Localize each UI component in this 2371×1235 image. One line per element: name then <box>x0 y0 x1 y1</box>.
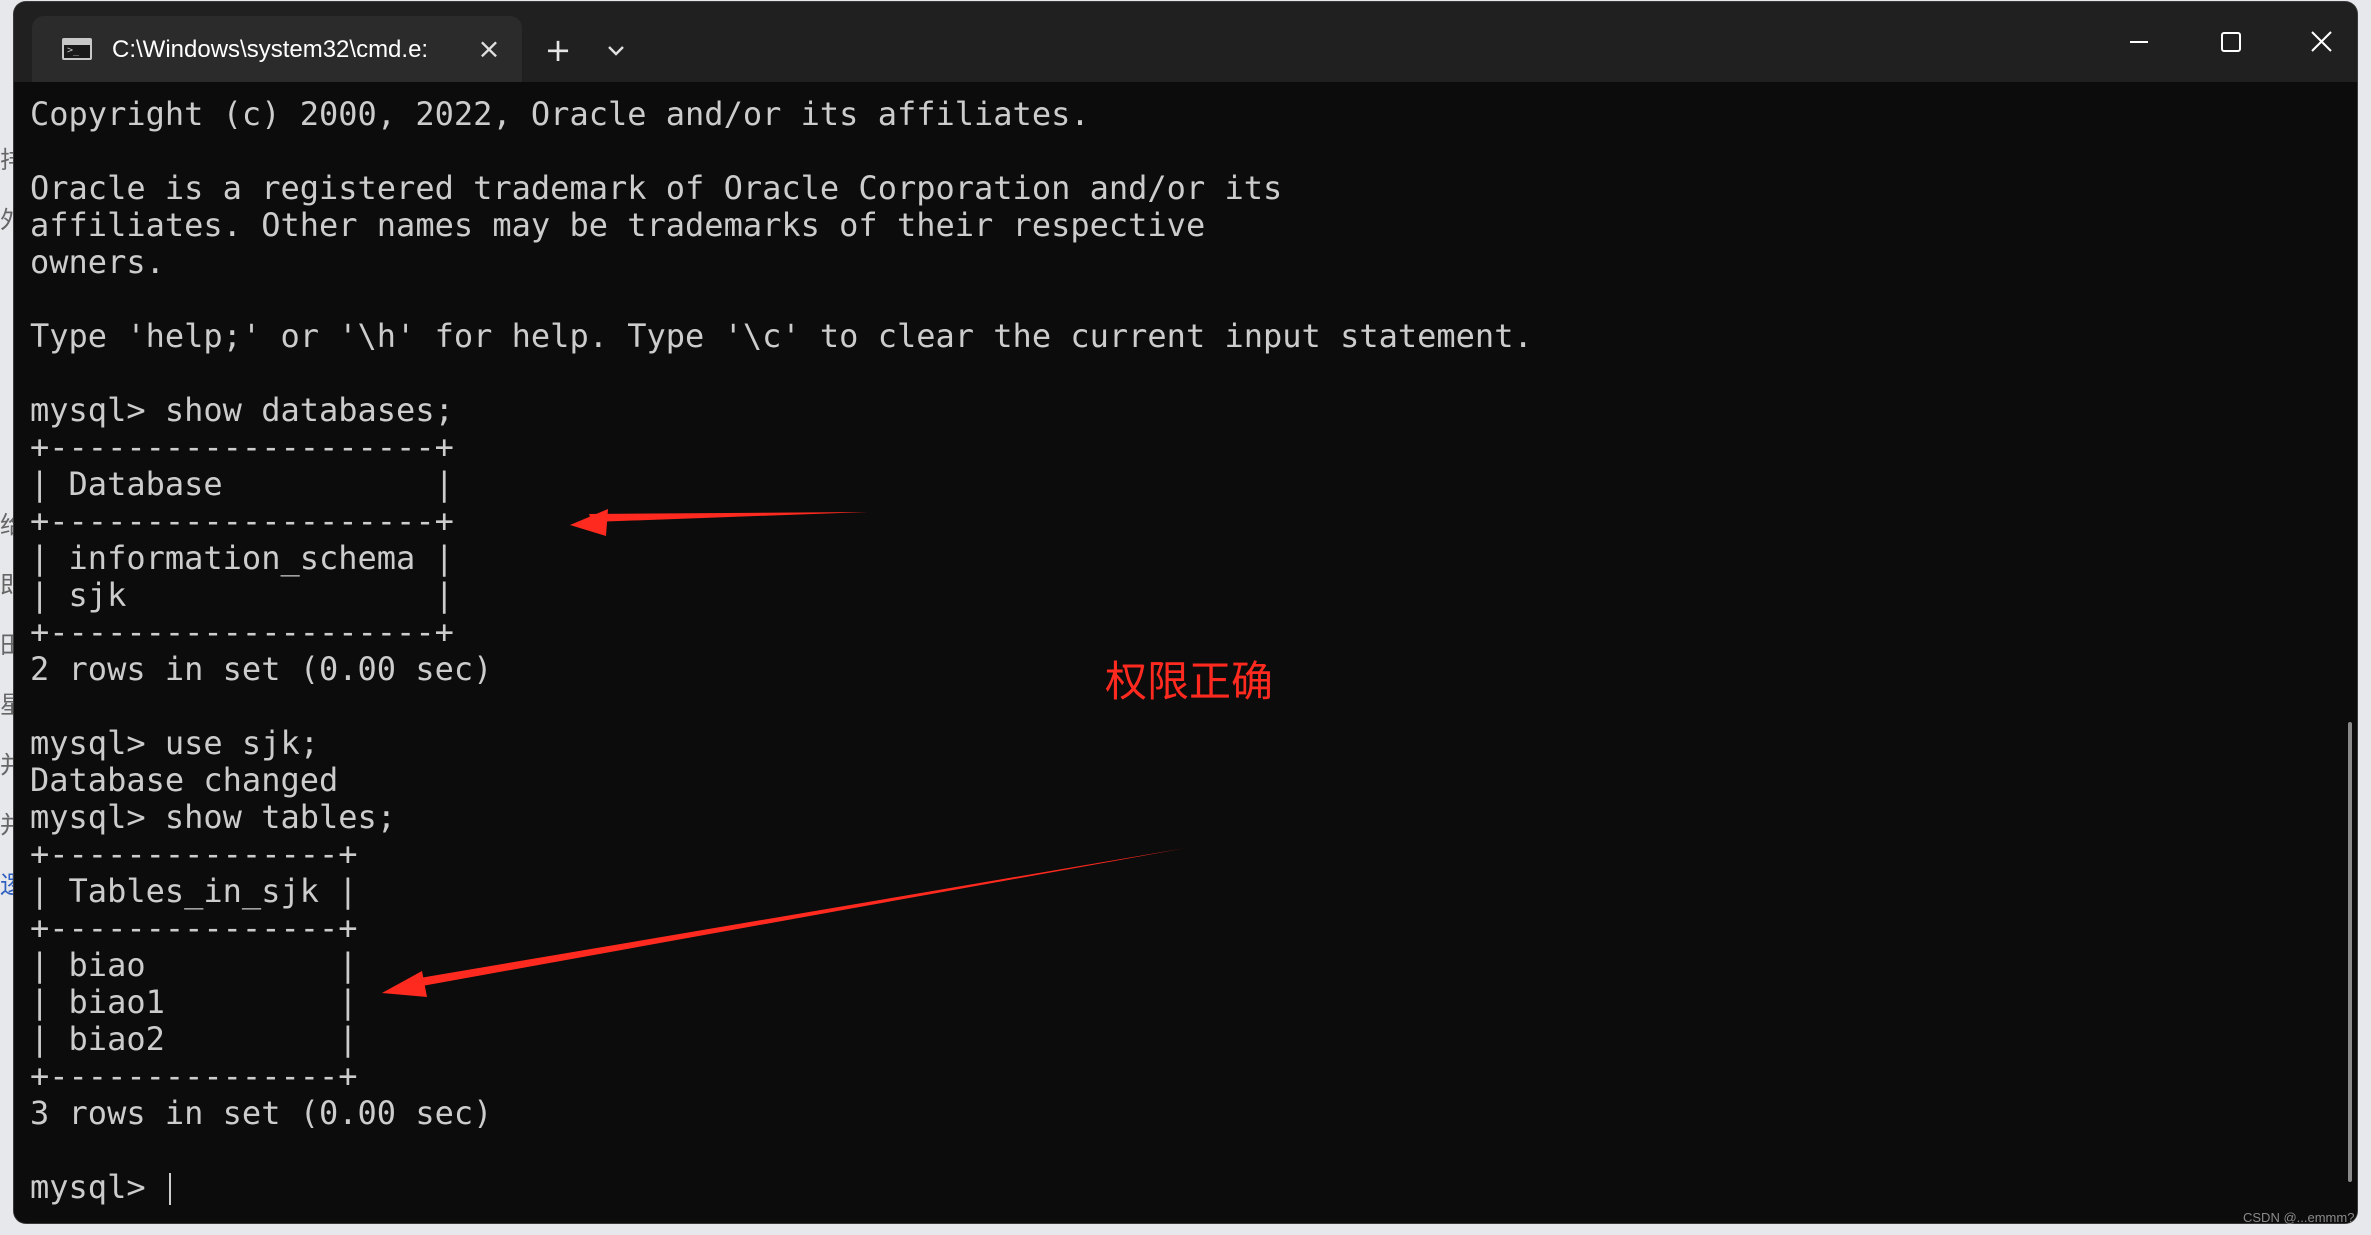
background-fragment: 田 <box>0 631 14 659</box>
title-bar[interactable]: >_ C:\Windows\system32\cmd.e: × + <box>14 2 2357 82</box>
console-line: 2 rows in set (0.00 sec) <box>30 650 493 688</box>
console-line: +---------------+ <box>30 1057 358 1095</box>
text-cursor <box>168 1173 171 1205</box>
close-icon[interactable] <box>2276 10 2357 74</box>
console-line: | information_schema | <box>30 539 454 577</box>
tab-title: C:\Windows\system32\cmd.e: <box>112 36 429 63</box>
background-fragment: 并 <box>0 811 14 839</box>
background-fragment: 星 <box>0 691 14 719</box>
console-line: Oracle is a registered trademark of Orac… <box>30 169 1283 207</box>
background-fragment: 给 <box>0 511 14 539</box>
console-line: +---------------+ <box>30 909 358 947</box>
tab-cmd[interactable]: >_ C:\Windows\system32\cmd.e: × <box>32 16 522 82</box>
prompt-line[interactable]: mysql> <box>30 1169 1533 1206</box>
watermark: CSDN @...emmm? <box>2243 1210 2355 1225</box>
console-line: | biao | <box>30 946 358 984</box>
console-line: | sjk | <box>30 576 454 614</box>
terminal-icon: >_ <box>62 38 92 60</box>
console-lines: Copyright (c) 2000, 2022, Oracle and/or … <box>30 96 1533 1206</box>
console-line: 3 rows in set (0.00 sec) <box>30 1094 493 1132</box>
console-line: mysql> show tables; <box>30 798 397 836</box>
console-line: Database changed <box>30 761 339 799</box>
console-output[interactable]: Copyright (c) 2000, 2022, Oracle and/or … <box>14 82 2344 1223</box>
new-tab-button[interactable]: + <box>534 30 582 70</box>
console-line: affiliates. Other names may be trademark… <box>30 206 1206 244</box>
console-line: +--------------------+ <box>30 502 454 540</box>
scrollbar[interactable] <box>2344 82 2357 1223</box>
minimize-icon[interactable] <box>2094 10 2184 74</box>
console-line: owners. <box>30 243 165 281</box>
annotation-label: 权限正确 <box>1105 657 1274 706</box>
console-line: | Tables_in_sjk | <box>30 872 358 910</box>
background-fragment: 排 <box>0 146 14 174</box>
console-line: | biao2 | <box>30 1020 358 1058</box>
scrollbar-thumb[interactable] <box>2348 722 2352 1182</box>
console-line: | Database | <box>30 465 454 503</box>
maximize-icon[interactable] <box>2185 10 2275 74</box>
terminal-window: >_ C:\Windows\system32\cmd.e: × + Copyri… <box>14 2 2357 1223</box>
console-line: +---------------+ <box>30 835 358 873</box>
console-line: Copyright (c) 2000, 2022, Oracle and/or … <box>30 95 1090 133</box>
console-line: mysql> show databases; <box>30 391 454 429</box>
console-line: mysql> use sjk; <box>30 724 319 762</box>
close-tab-icon[interactable]: × <box>472 32 506 66</box>
prompt-text: mysql> <box>30 1168 165 1206</box>
console-line: +--------------------+ <box>30 613 454 651</box>
console-line: +--------------------+ <box>30 428 454 466</box>
chevron-down-icon[interactable] <box>596 32 636 70</box>
console-line: | biao1 | <box>30 983 358 1021</box>
background-fragment: 即 <box>0 571 14 599</box>
background-fragment: 外 <box>0 206 14 234</box>
background-fragment: 并 <box>0 751 14 779</box>
background-fragment: 逻 <box>0 871 14 899</box>
console-line: Type 'help;' or '\h' for help. Type '\c'… <box>30 317 1533 355</box>
